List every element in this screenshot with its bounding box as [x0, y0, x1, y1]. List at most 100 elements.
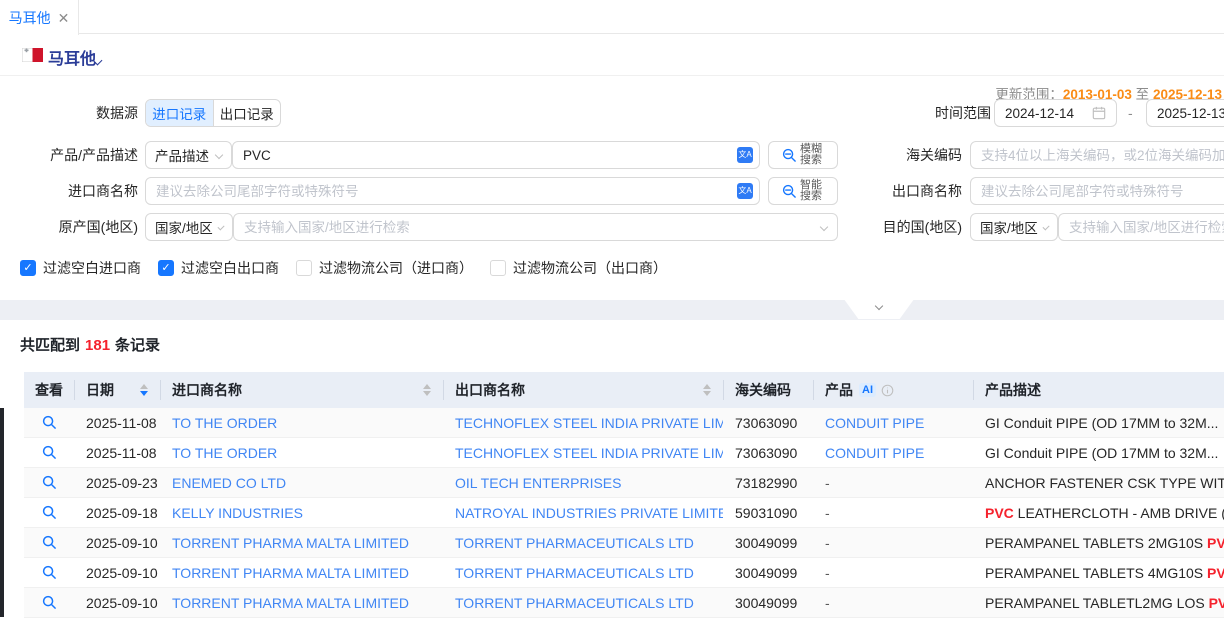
- cell-exporter-link[interactable]: OIL TECH ENTERPRISES: [443, 475, 723, 491]
- cell-product-link[interactable]: CONDUIT PIPE: [813, 445, 973, 461]
- cell-importer-link[interactable]: TO THE ORDER: [160, 445, 443, 461]
- cell-description: PERAMPANEL TABLETS 4MG10S PVC...: [973, 565, 1224, 581]
- chevron-down-icon: [820, 223, 828, 231]
- column-header-importer[interactable]: 进口商名称: [160, 372, 443, 408]
- checkbox-filter-blank-importer[interactable]: ✓ 过滤空白进口商: [20, 258, 141, 278]
- cell-description: PVC LEATHERCLOTH - AMB DRIVE (1...: [973, 505, 1224, 521]
- view-button[interactable]: [24, 475, 74, 490]
- desc-text: LEATHERCLOTH - AMB DRIVE (1...: [1014, 505, 1224, 521]
- checkbox-filter-logistics-exporter[interactable]: 过滤物流公司（出口商）: [490, 258, 667, 278]
- date-from-input[interactable]: 2024-12-14: [994, 99, 1117, 127]
- checkbox-label: 过滤空白出口商: [181, 258, 279, 278]
- origin-type-select[interactable]: 国家/地区: [145, 213, 233, 241]
- desc-text: PERAMPANEL TABLETS 2MG10S: [985, 535, 1207, 551]
- product-type-select[interactable]: 产品描述: [145, 141, 232, 169]
- product-input[interactable]: [243, 148, 737, 163]
- translate-icon[interactable]: 文A: [737, 183, 753, 199]
- hscode-label: 海关编码: [830, 141, 962, 169]
- close-icon[interactable]: ✕: [58, 11, 70, 25]
- importer-input[interactable]: [156, 184, 737, 199]
- tab-malta[interactable]: 马耳他 ✕: [0, 0, 79, 35]
- cell-exporter-link[interactable]: NATROYAL INDUSTRIES PRIVATE LIMITED: [443, 505, 723, 521]
- product-label: 产品/产品描述: [0, 141, 138, 169]
- date-to-input[interactable]: 2025-12-13: [1146, 99, 1224, 127]
- sort-icon-exporter[interactable]: [703, 384, 711, 396]
- view-button[interactable]: [24, 415, 74, 430]
- sort-icon-date[interactable]: [140, 384, 148, 396]
- checkbox-unchecked-icon[interactable]: [296, 260, 312, 276]
- magnifier-icon: [42, 415, 57, 430]
- tab-export-records[interactable]: 出口记录: [213, 100, 281, 126]
- cell-exporter-link[interactable]: TECHNOFLEX STEEL INDIA PRIVATE LIMITED: [443, 445, 723, 461]
- cell-importer-link[interactable]: KELLY INDUSTRIES: [160, 505, 443, 521]
- cell-hscode: 73182990: [723, 475, 813, 491]
- column-header-label: 产品: [825, 380, 853, 400]
- hscode-input[interactable]: [981, 148, 1224, 163]
- timerange-label: 时间范围: [859, 99, 991, 127]
- cell-description: PERAMPANEL TABLETL2MG LOS PVC...: [973, 595, 1224, 611]
- column-header-label: 出口商名称: [455, 380, 525, 400]
- cell-date: 2025-09-18: [74, 505, 160, 521]
- origin-input[interactable]: [244, 220, 821, 235]
- view-button[interactable]: [24, 445, 74, 460]
- destination-input[interactable]: [1069, 220, 1224, 235]
- view-button[interactable]: [24, 565, 74, 580]
- results-summary: 共匹配到181条记录: [20, 334, 160, 355]
- hscode-input-wrap: [970, 141, 1224, 169]
- cell-exporter-link[interactable]: TORRENT PHARMACEUTICALS LTD: [443, 565, 723, 581]
- desc-text: PERAMPANEL TABLETL2MG LOS: [985, 595, 1209, 611]
- cell-importer-link[interactable]: TO THE ORDER: [160, 415, 443, 431]
- origin-label: 原产国(地区): [0, 213, 138, 241]
- translate-icon[interactable]: 文A: [737, 147, 753, 163]
- destination-label: 目的国(地区): [830, 213, 962, 241]
- calendar-icon: [1092, 106, 1106, 120]
- importer-input-wrap: 文A: [145, 177, 760, 205]
- importer-label: 进口商名称: [0, 177, 138, 205]
- cell-exporter-link[interactable]: TORRENT PHARMACEUTICALS LTD: [443, 535, 723, 551]
- view-button[interactable]: [24, 595, 74, 610]
- checkbox-label: 过滤物流公司（出口商）: [513, 258, 667, 278]
- country-header: 马耳他: [0, 35, 1224, 76]
- tab-import-records[interactable]: 进口记录: [146, 100, 213, 126]
- desc-text: ANCHOR FASTENER CSK TYPE WITH ...: [985, 475, 1224, 491]
- fuzzy-search-button[interactable]: 模糊搜索: [768, 141, 838, 169]
- cell-product-link[interactable]: CONDUIT PIPE: [813, 415, 973, 431]
- cell-hscode: 30049099: [723, 595, 813, 611]
- checkbox-checked-icon[interactable]: ✓: [158, 260, 174, 276]
- cell-product-empty: -: [813, 475, 973, 491]
- cell-importer-link[interactable]: TORRENT PHARMA MALTA LIMITED: [160, 565, 443, 581]
- view-button[interactable]: [24, 505, 74, 520]
- smart-search-label: 智能搜索: [800, 180, 824, 202]
- column-header-exporter[interactable]: 出口商名称: [443, 372, 723, 408]
- sort-icon-importer[interactable]: [423, 384, 431, 396]
- smart-search-button[interactable]: 智能搜索: [768, 177, 838, 205]
- results-table: 查看 日期 进口商名称 出口商名称 海关编码 产品 AI 产品描述 2025-: [24, 372, 1224, 618]
- checkbox-label: 过滤物流公司（进口商）: [319, 258, 473, 278]
- cell-date: 2025-11-08: [74, 415, 160, 431]
- datasource-label: 数据源: [0, 99, 138, 127]
- chevron-down-icon[interactable]: [94, 51, 101, 67]
- destination-input-wrap: [1058, 213, 1224, 241]
- vertical-scrollbar[interactable]: [0, 408, 4, 617]
- checkbox-unchecked-icon[interactable]: [490, 260, 506, 276]
- checkbox-checked-icon[interactable]: ✓: [20, 260, 36, 276]
- cell-importer-link[interactable]: TORRENT PHARMA MALTA LIMITED: [160, 595, 443, 611]
- cell-exporter-link[interactable]: TECHNOFLEX STEEL INDIA PRIVATE LIMITED: [443, 415, 723, 431]
- cell-exporter-link[interactable]: TORRENT PHARMACEUTICALS LTD: [443, 595, 723, 611]
- cell-importer-link[interactable]: TORRENT PHARMA MALTA LIMITED: [160, 535, 443, 551]
- checkbox-filter-blank-exporter[interactable]: ✓ 过滤空白出口商: [158, 258, 279, 278]
- cell-importer-link[interactable]: ENEMED CO LTD: [160, 475, 443, 491]
- view-button[interactable]: [24, 535, 74, 550]
- summary-prefix: 共匹配到: [20, 337, 80, 354]
- tab-bar: 马耳他 ✕: [0, 0, 1224, 34]
- info-icon[interactable]: [881, 384, 894, 397]
- magnifier-icon: [42, 475, 57, 490]
- checkbox-filter-logistics-importer[interactable]: 过滤物流公司（进口商）: [296, 258, 473, 278]
- cell-date: 2025-11-08: [74, 445, 160, 461]
- checkbox-label: 过滤空白进口商: [43, 258, 141, 278]
- column-header-label: 进口商名称: [172, 380, 242, 400]
- exporter-input[interactable]: [981, 184, 1224, 199]
- column-header-date[interactable]: 日期: [74, 372, 160, 408]
- magnifier-icon: [42, 535, 57, 550]
- destination-type-select[interactable]: 国家/地区: [970, 213, 1058, 241]
